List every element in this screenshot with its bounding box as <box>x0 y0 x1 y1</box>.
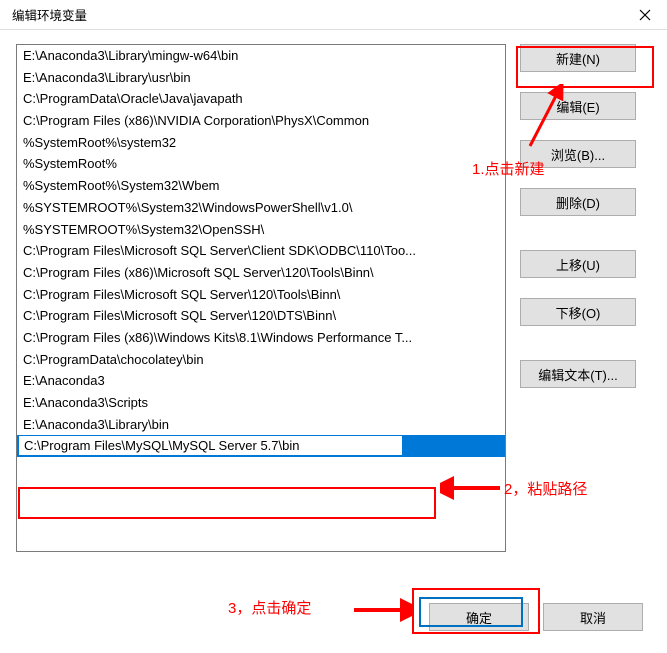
dialog-content: E:\Anaconda3\Library\mingw-w64\bin E:\An… <box>0 30 667 552</box>
new-button[interactable]: 新建(N) <box>520 44 636 72</box>
ok-button[interactable]: 确定 <box>429 603 529 631</box>
browse-button[interactable]: 浏览(B)... <box>520 140 636 168</box>
list-item[interactable]: %SystemRoot%\System32\Wbem <box>17 175 505 197</box>
cancel-button[interactable]: 取消 <box>543 603 643 631</box>
edittext-button[interactable]: 编辑文本(T)... <box>520 360 636 388</box>
titlebar: 编辑环境变量 <box>0 0 667 30</box>
list-item[interactable]: %SYSTEMROOT%\System32\WindowsPowerShell\… <box>17 197 505 219</box>
path-edit-field[interactable]: C:\Program Files\MySQL\MySQL Server 5.7\… <box>18 435 403 456</box>
list-item[interactable]: C:\Program Files (x86)\NVIDIA Corporatio… <box>17 110 505 132</box>
list-item[interactable]: C:\Program Files\Microsoft SQL Server\12… <box>17 305 505 327</box>
list-item[interactable]: C:\Program Files\Microsoft SQL Server\12… <box>17 284 505 306</box>
arrow-step3 <box>350 598 414 622</box>
path-edit-value: C:\Program Files\MySQL\MySQL Server 5.7\… <box>24 436 300 455</box>
close-icon <box>639 9 651 21</box>
list-item[interactable]: %SystemRoot% <box>17 153 505 175</box>
dialog-bottom-buttons: 确定 取消 <box>429 603 643 631</box>
window-title: 编辑环境变量 <box>12 5 87 24</box>
list-item[interactable]: C:\ProgramData\chocolatey\bin <box>17 349 505 371</box>
list-item[interactable]: %SystemRoot%\system32 <box>17 132 505 154</box>
list-item[interactable]: E:\Anaconda3\Scripts <box>17 392 505 414</box>
list-item[interactable]: C:\ProgramData\Oracle\Java\javapath <box>17 88 505 110</box>
list-item[interactable]: C:\Program Files (x86)\Microsoft SQL Ser… <box>17 262 505 284</box>
close-button[interactable] <box>633 3 657 27</box>
movedown-button[interactable]: 下移(O) <box>520 298 636 326</box>
path-listbox[interactable]: E:\Anaconda3\Library\mingw-w64\bin E:\An… <box>16 44 506 552</box>
list-item[interactable]: C:\Program Files\Microsoft SQL Server\Cl… <box>17 240 505 262</box>
moveup-button[interactable]: 上移(U) <box>520 250 636 278</box>
list-item[interactable]: E:\Anaconda3\Library\bin <box>17 414 505 436</box>
list-item[interactable]: %SYSTEMROOT%\System32\OpenSSH\ <box>17 219 505 241</box>
action-buttons: 新建(N) 编辑(E) 浏览(B)... 删除(D) 上移(U) 下移(O) 编… <box>520 44 636 388</box>
list-item[interactable]: E:\Anaconda3 <box>17 370 505 392</box>
list-item[interactable]: E:\Anaconda3\Library\usr\bin <box>17 67 505 89</box>
list-item[interactable]: C:\Program Files (x86)\Windows Kits\8.1\… <box>17 327 505 349</box>
delete-button[interactable]: 删除(D) <box>520 188 636 216</box>
list-item[interactable]: E:\Anaconda3\Library\mingw-w64\bin <box>17 45 505 67</box>
edit-button[interactable]: 编辑(E) <box>520 92 636 120</box>
annotation-step3: 3，点击确定 <box>228 597 311 618</box>
